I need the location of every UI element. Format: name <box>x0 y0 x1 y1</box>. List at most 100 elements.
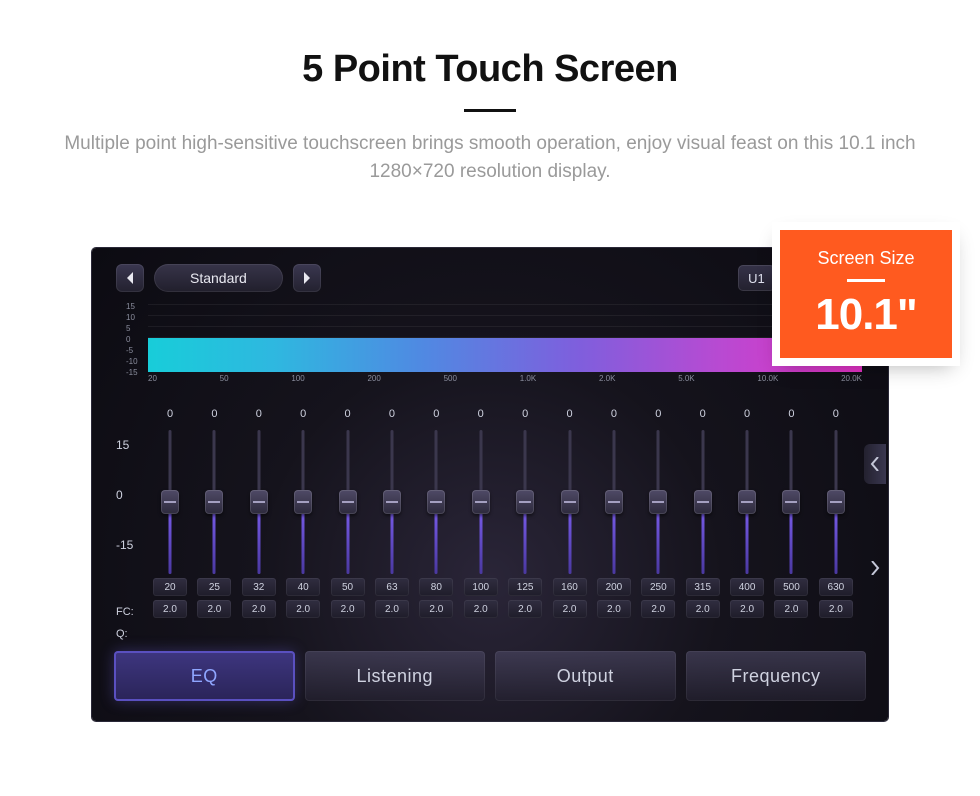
slider-thumb[interactable] <box>694 490 712 514</box>
slider-thumb[interactable] <box>561 490 579 514</box>
preset-name-pill[interactable]: Standard <box>154 264 283 292</box>
bottom-tab-bar: EQ Listening Output Frequency <box>114 651 866 701</box>
slider-thumb[interactable] <box>161 490 179 514</box>
band-gain-slider[interactable] <box>561 430 579 574</box>
tab-frequency[interactable]: Frequency <box>686 651 867 701</box>
eq-band: 0402.0 <box>283 408 323 644</box>
slider-thumb[interactable] <box>472 490 490 514</box>
band-gain-slider[interactable] <box>472 430 490 574</box>
slider-thumb[interactable] <box>294 490 312 514</box>
band-gain-slider[interactable] <box>339 430 357 574</box>
band-fc-field[interactable]: 40 <box>286 578 320 596</box>
slider-thumb[interactable] <box>427 490 445 514</box>
band-q-field[interactable]: 2.0 <box>641 600 675 618</box>
band-fc-field[interactable]: 20 <box>153 578 187 596</box>
band-q-field[interactable]: 2.0 <box>464 600 498 618</box>
band-gain-slider[interactable] <box>427 430 445 574</box>
tab-eq[interactable]: EQ <box>114 651 295 701</box>
user-preset-u1-button[interactable]: U1 <box>738 265 775 291</box>
band-q-field[interactable]: 2.0 <box>774 600 808 618</box>
band-fc-field[interactable]: 500 <box>774 578 808 596</box>
slider-thumb[interactable] <box>649 490 667 514</box>
tab-listening[interactable]: Listening <box>305 651 486 701</box>
slider-thumb[interactable] <box>383 490 401 514</box>
band-fc-field[interactable]: 630 <box>819 578 853 596</box>
band-gain-value: 0 <box>566 408 572 426</box>
band-gain-slider[interactable] <box>649 430 667 574</box>
slider-thumb[interactable] <box>250 490 268 514</box>
slider-thumb[interactable] <box>205 490 223 514</box>
screen-size-badge: Screen Size 10.1" <box>780 230 952 358</box>
band-gain-value: 0 <box>345 408 351 426</box>
band-gain-value: 0 <box>433 408 439 426</box>
band-fc-field[interactable]: 100 <box>464 578 498 596</box>
band-gain-slider[interactable] <box>383 430 401 574</box>
preset-prev-button[interactable] <box>116 264 144 292</box>
badge-value: 10.1" <box>815 290 917 340</box>
band-fc-field[interactable]: 315 <box>686 578 720 596</box>
eq-bands-area: 15 0 -15 FC: Q: 0202.00252.00322.00402.0… <box>116 408 856 644</box>
expand-panel-button[interactable] <box>864 444 886 484</box>
eq-band: 0 160 2.0 <box>550 408 590 644</box>
band-gain-slider[interactable] <box>161 430 179 574</box>
band-q-field[interactable]: 2.0 <box>331 600 365 618</box>
slider-thumb[interactable] <box>605 490 623 514</box>
eq-band: 0252.0 <box>194 408 234 644</box>
band-fc-field[interactable]: 400 <box>730 578 764 596</box>
band-q-field[interactable]: 2.0 <box>686 600 720 618</box>
slider-thumb[interactable] <box>782 490 800 514</box>
band-gain-slider[interactable] <box>516 430 534 574</box>
band-gain-slider[interactable] <box>782 430 800 574</box>
band-q-field[interactable]: 2.0 <box>286 600 320 618</box>
band-gain-slider[interactable] <box>294 430 312 574</box>
band-q-field[interactable]: 2.0 <box>819 600 853 618</box>
band-fc-field[interactable]: 63 <box>375 578 409 596</box>
q-row-label: Q: <box>116 628 128 640</box>
badge-separator <box>847 279 885 282</box>
band-q-field[interactable]: 2.0 <box>242 600 276 618</box>
band-gain-slider[interactable] <box>250 430 268 574</box>
band-gain-value: 0 <box>389 408 395 426</box>
slider-thumb[interactable] <box>738 490 756 514</box>
band-gain-slider[interactable] <box>205 430 223 574</box>
scroll-right-button[interactable] <box>864 548 886 588</box>
slider-thumb[interactable] <box>516 490 534 514</box>
band-fc-field[interactable]: 125 <box>508 578 542 596</box>
preset-next-button[interactable] <box>293 264 321 292</box>
band-q-field[interactable]: 2.0 <box>730 600 764 618</box>
band-q-field[interactable]: 2.0 <box>553 600 587 618</box>
eq-band: 0 80 2.0 <box>416 408 456 644</box>
band-fc-field[interactable]: 50 <box>331 578 365 596</box>
band-gain-slider[interactable] <box>738 430 756 574</box>
chevron-left-icon <box>125 272 135 284</box>
eq-band: 0 100 2.0 <box>461 408 501 644</box>
band-gain-value: 0 <box>478 408 484 426</box>
band-fc-field[interactable]: 80 <box>419 578 453 596</box>
band-fc-field[interactable]: 160 <box>553 578 587 596</box>
top-bar: Standard U1 U2 U3 <box>116 262 864 294</box>
band-gain-slider[interactable] <box>605 430 623 574</box>
band-fc-field[interactable]: 32 <box>242 578 276 596</box>
band-fc-field[interactable]: 25 <box>197 578 231 596</box>
band-fc-field[interactable]: 250 <box>641 578 675 596</box>
band-gain-slider[interactable] <box>694 430 712 574</box>
eq-band: 0 125 2.0 <box>505 408 545 644</box>
chevron-right-icon <box>870 561 880 575</box>
band-q-field[interactable]: 2.0 <box>419 600 453 618</box>
eq-band: 0202.0 <box>150 408 190 644</box>
slider-thumb[interactable] <box>339 490 357 514</box>
band-fc-field[interactable]: 200 <box>597 578 631 596</box>
band-q-field[interactable]: 2.0 <box>197 600 231 618</box>
tab-output[interactable]: Output <box>495 651 676 701</box>
band-q-field[interactable]: 2.0 <box>153 600 187 618</box>
slider-thumb[interactable] <box>827 490 845 514</box>
band-gain-value: 0 <box>700 408 706 426</box>
chart-y-ticks: 15 10 5 0 -5 -10 -15 <box>126 302 138 379</box>
eq-band: 0 50 2.0 <box>328 408 368 644</box>
band-gain-value: 0 <box>522 408 528 426</box>
band-scale: 15 0 -15 <box>116 438 146 588</box>
band-q-field[interactable]: 2.0 <box>508 600 542 618</box>
band-gain-slider[interactable] <box>827 430 845 574</box>
band-q-field[interactable]: 2.0 <box>375 600 409 618</box>
band-q-field[interactable]: 2.0 <box>597 600 631 618</box>
